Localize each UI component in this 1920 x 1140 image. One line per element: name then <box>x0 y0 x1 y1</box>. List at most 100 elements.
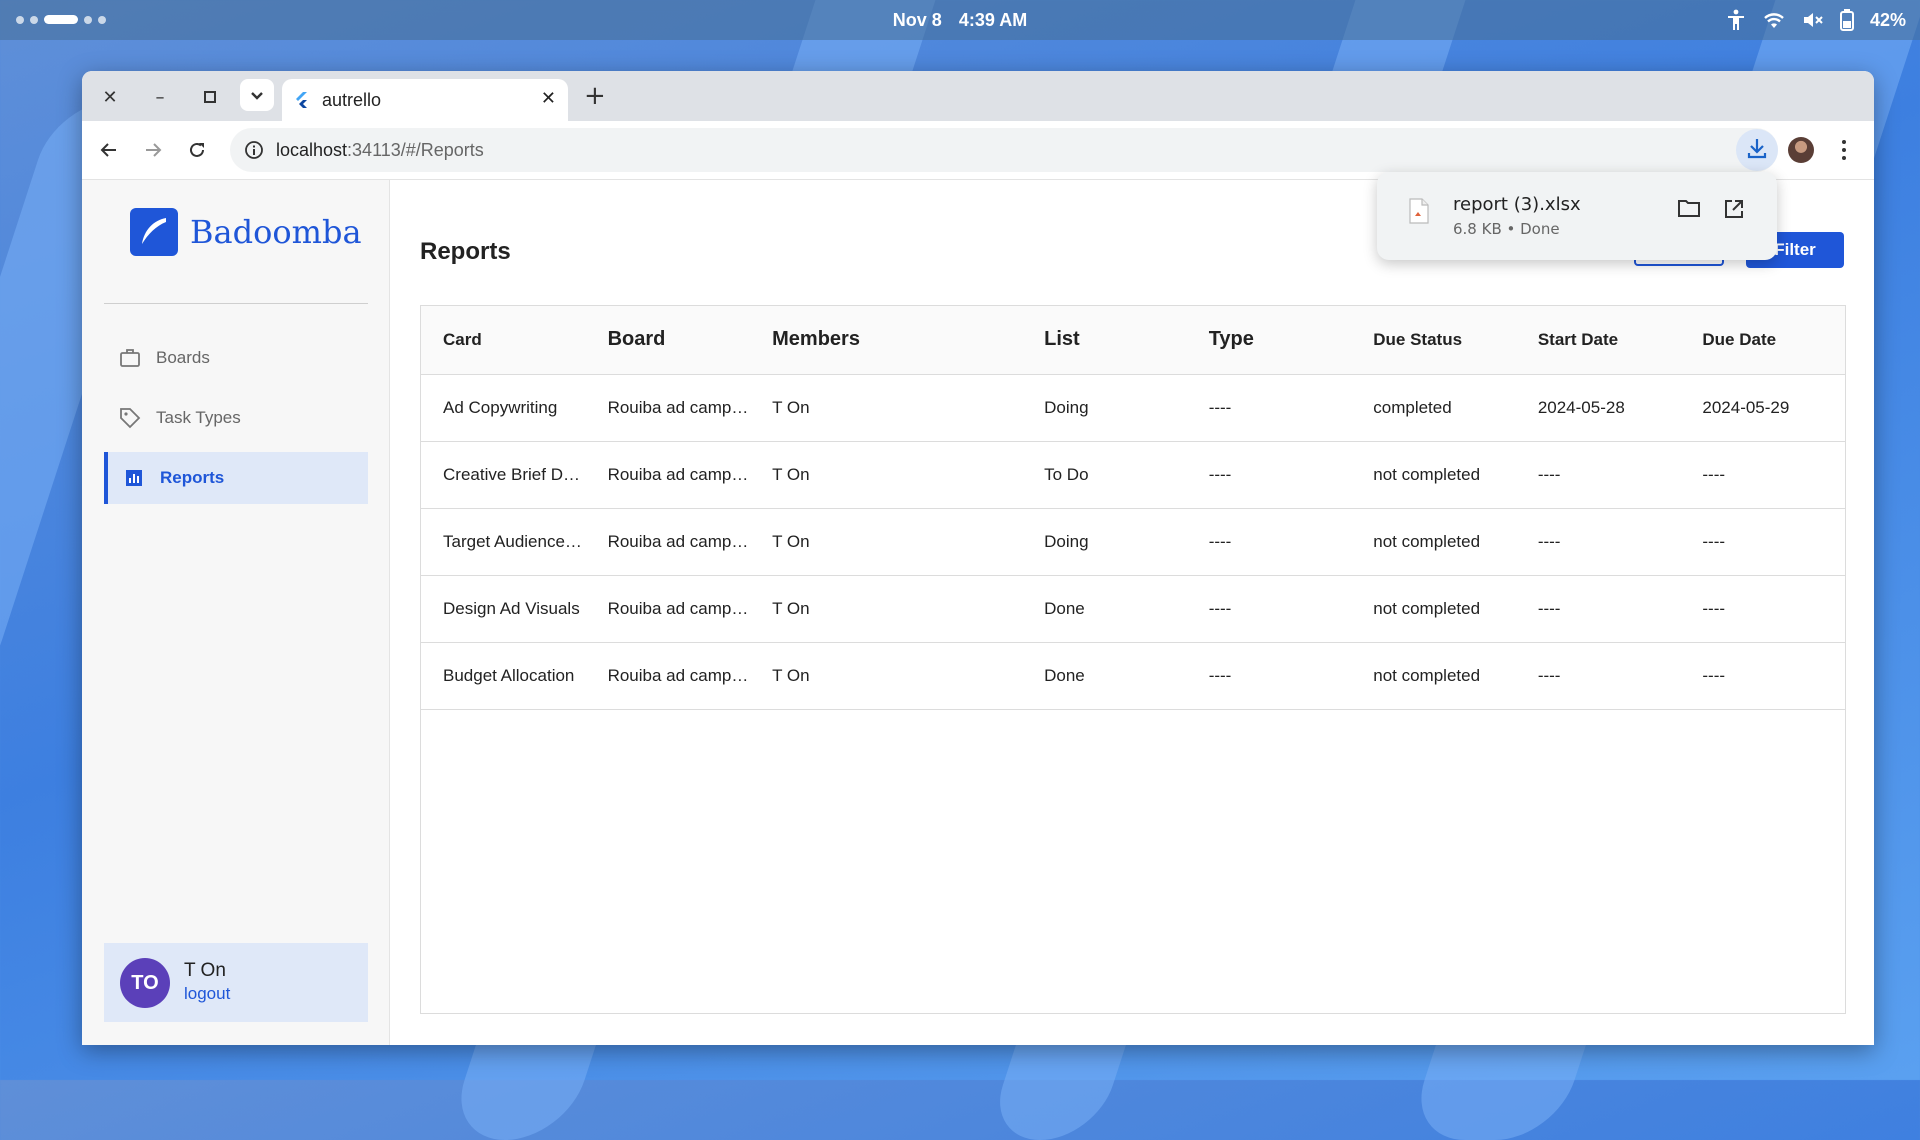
back-icon[interactable] <box>96 137 122 163</box>
cell-start-date: ---- <box>1537 464 1561 484</box>
column-header-members[interactable]: Members <box>750 306 1022 374</box>
cell-due-date: ---- <box>1702 665 1726 685</box>
download-file-meta: 6.8 KB • Done <box>1453 220 1560 238</box>
download-icon <box>1746 137 1768 163</box>
sidebar-divider <box>104 303 368 304</box>
reload-icon[interactable] <box>184 137 210 163</box>
address-bar[interactable]: localhost:34113/#/Reports <box>230 128 1778 172</box>
main-content: Reports Filter Card Board Members List T… <box>390 180 1874 1045</box>
column-header-card[interactable]: Card <box>421 306 586 374</box>
app-page: Badoomba Boards Task Types Reports TO T … <box>82 180 1874 1045</box>
wifi-icon[interactable] <box>1762 10 1786 30</box>
cell-members: T On <box>772 598 810 618</box>
cell-board: Rouiba ad camp… <box>607 397 749 417</box>
cell-due-status: completed <box>1373 397 1452 417</box>
forward-icon[interactable] <box>140 137 166 163</box>
download-file-name[interactable]: report (3).xlsx <box>1453 194 1581 215</box>
minimize-window-icon[interactable]: – <box>148 85 172 109</box>
avatar[interactable]: TO <box>120 958 170 1008</box>
cell-card: Ad Copywriting <box>443 397 558 417</box>
column-header-start-date[interactable]: Start Date <box>1516 306 1681 374</box>
open-external-icon[interactable] <box>1723 198 1745 224</box>
downloads-button[interactable] <box>1736 129 1778 171</box>
cell-list: Doing <box>1044 397 1089 417</box>
cell-members: T On <box>772 464 810 484</box>
cell-members: T On <box>772 397 810 417</box>
column-header-due-date[interactable]: Due Date <box>1680 306 1845 374</box>
cell-start-date: ---- <box>1537 531 1561 551</box>
table-row[interactable]: Target Audience … Rouiba ad camp… T On D… <box>421 508 1845 575</box>
cell-members: T On <box>772 531 810 551</box>
clock-time: 4:39 AM <box>958 10 1028 30</box>
column-header-list[interactable]: List <box>1022 306 1187 374</box>
accessibility-icon[interactable] <box>1726 9 1746 31</box>
table-row[interactable]: Design Ad Visuals Rouiba ad camp… T On D… <box>421 575 1845 642</box>
cell-board: Rouiba ad camp… <box>607 598 749 618</box>
cell-type: ---- <box>1208 531 1232 551</box>
cell-due-date: ---- <box>1702 598 1726 618</box>
site-info-icon[interactable] <box>244 140 264 165</box>
cell-members: T On <box>772 665 810 685</box>
cell-list: Done <box>1044 598 1085 618</box>
tag-icon <box>118 407 142 429</box>
show-in-folder-icon[interactable] <box>1677 198 1701 222</box>
column-header-type[interactable]: Type <box>1187 306 1352 374</box>
new-tab-icon[interactable]: + <box>584 81 606 111</box>
bar-chart-icon <box>122 469 146 487</box>
volume-muted-icon[interactable] <box>1802 10 1824 30</box>
cell-type: ---- <box>1208 598 1232 618</box>
cell-list: Doing <box>1044 531 1089 551</box>
user-card: TO T On logout <box>104 943 368 1022</box>
download-bubble: report (3).xlsx 6.8 KB • Done <box>1377 172 1777 260</box>
sidebar-item-task-types[interactable]: Task Types <box>104 392 368 444</box>
close-window-icon[interactable]: ✕ <box>98 85 122 109</box>
sidebar-item-label: Reports <box>160 468 225 487</box>
user-name: T On <box>184 960 226 981</box>
tab-search-button[interactable] <box>240 79 274 111</box>
cell-list: To Do <box>1044 464 1089 484</box>
tab-title: autrello <box>322 90 382 110</box>
browser-tab-autrello[interactable]: autrello ✕ <box>282 79 568 121</box>
url-text[interactable]: localhost:34113/#/Reports <box>276 140 484 161</box>
cell-start-date: 2024-05-28 <box>1537 397 1625 417</box>
sidebar-item-boards[interactable]: Boards <box>104 332 368 384</box>
column-header-due-status[interactable]: Due Status <box>1351 306 1516 374</box>
briefcase-icon <box>118 348 142 368</box>
cell-board: Rouiba ad camp… <box>607 531 749 551</box>
system-tray[interactable]: 42% <box>1726 9 1906 31</box>
battery-percent: 42% <box>1869 9 1906 30</box>
sidebar: Badoomba Boards Task Types Reports TO T … <box>82 180 390 1045</box>
cell-due-status: not completed <box>1373 665 1481 685</box>
cell-board: Rouiba ad camp… <box>607 464 749 484</box>
cell-type: ---- <box>1208 464 1232 484</box>
flutter-favicon-icon <box>294 91 310 114</box>
table-row[interactable]: Creative Brief De… Rouiba ad camp… T On … <box>421 441 1845 508</box>
sidebar-item-label: Task Types <box>156 408 241 427</box>
battery-icon[interactable] <box>1839 9 1854 31</box>
table-row[interactable]: Budget Allocation Rouiba ad camp… T On D… <box>421 642 1845 709</box>
clock[interactable]: Nov 8 4:39 AM <box>0 10 1920 31</box>
close-tab-icon[interactable]: ✕ <box>541 88 556 109</box>
table-header-row: Card Board Members List Type Due Status … <box>421 306 1845 374</box>
cell-due-date: 2024-05-29 <box>1702 397 1790 417</box>
chevron-down-icon <box>250 86 264 105</box>
logout-link[interactable]: logout <box>184 984 230 1004</box>
cell-board: Rouiba ad camp… <box>607 665 749 685</box>
system-top-bar: Nov 8 4:39 AM 42% <box>0 0 1920 40</box>
page-title: Reports <box>420 238 511 265</box>
table-row[interactable]: Ad Copywriting Rouiba ad camp… T On Doin… <box>421 374 1845 441</box>
browser-menu-icon[interactable] <box>1834 137 1854 163</box>
profile-avatar[interactable] <box>1788 137 1814 163</box>
reports-table: Card Board Members List Type Due Status … <box>421 306 1845 710</box>
column-header-board[interactable]: Board <box>586 306 751 374</box>
cell-due-date: ---- <box>1702 464 1726 484</box>
sidebar-item-label: Boards <box>156 348 210 367</box>
maximize-window-icon[interactable] <box>198 85 222 109</box>
sidebar-item-reports[interactable]: Reports <box>104 452 368 504</box>
brand-logo[interactable]: Badoomba <box>130 208 362 256</box>
brand-name: Badoomba <box>190 213 362 251</box>
cell-card: Target Audience … <box>443 531 586 551</box>
xlsx-file-icon <box>1409 198 1429 228</box>
url-host: localhost <box>276 140 348 160</box>
cell-due-status: not completed <box>1373 531 1481 551</box>
